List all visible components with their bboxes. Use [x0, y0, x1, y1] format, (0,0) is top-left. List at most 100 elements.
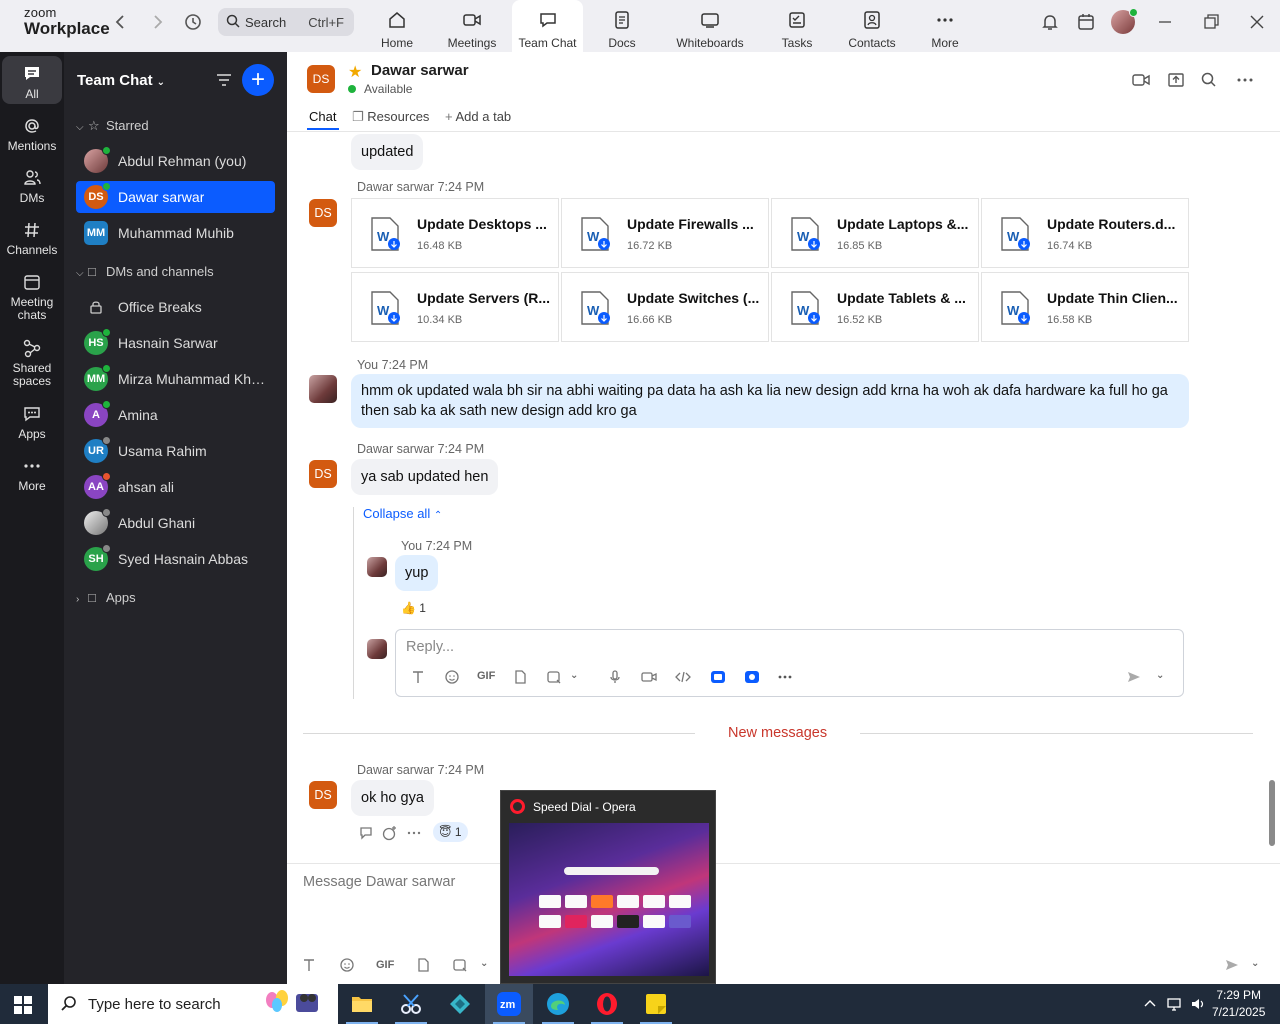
sidebar-item-mirza-muhammad[interactable]: MM Mirza Muhammad Khurram [76, 363, 275, 395]
reaction[interactable]: 👍 1 [401, 601, 426, 615]
rail-all[interactable]: All [2, 56, 62, 104]
sidebar-item-syed-hasnain[interactable]: SH Syed Hasnain Abbas [76, 543, 275, 575]
file-attachment[interactable]: W Update Thin Clien... 16.58 KB [981, 272, 1189, 342]
chevron-down-icon[interactable]: ⌄ [1156, 670, 1164, 681]
contact-name[interactable]: Dawar sarwar [371, 62, 469, 79]
text-format-icon[interactable] [301, 957, 317, 973]
network-icon[interactable] [1166, 996, 1182, 1012]
sidebar-item-office-breaks[interactable]: Office Breaks [76, 291, 275, 323]
text-format-icon[interactable] [410, 669, 426, 685]
taskbar-search[interactable]: Type here to search [48, 984, 338, 1024]
sidebar-item-abdul-ghani[interactable]: Abdul Ghani [76, 507, 275, 539]
rail-shared-spaces[interactable]: Shared spaces [2, 330, 62, 390]
chevron-down-icon[interactable]: ⌄ [480, 958, 488, 969]
star-icon[interactable]: ★ [348, 62, 362, 82]
tab-home[interactable]: Home [374, 0, 420, 52]
bell-icon[interactable] [1040, 12, 1060, 32]
file-attachment[interactable]: W Update Routers.d... 16.74 KB [981, 198, 1189, 268]
sidebar-item-muhammad-muhib[interactable]: MM Muhammad Muhib [76, 217, 275, 249]
more-options-icon[interactable] [1235, 70, 1255, 90]
sender-avatar[interactable]: DS [309, 781, 337, 809]
sender-avatar[interactable]: DS [309, 199, 337, 227]
tab-tasks[interactable]: Tasks [778, 0, 816, 52]
tab-chat[interactable]: Chat [309, 109, 336, 124]
taskbar-preview[interactable]: Speed Dial - Opera [500, 790, 716, 984]
send-icon[interactable] [1126, 669, 1142, 685]
video-call-icon[interactable] [1131, 70, 1151, 90]
rail-meeting-chats[interactable]: Meeting chats [2, 264, 62, 324]
send-icon[interactable] [1224, 957, 1240, 973]
search-icon[interactable] [1199, 70, 1219, 90]
taskbar-snipping-tool[interactable] [387, 984, 435, 1024]
collapse-all-link[interactable]: Collapse all ⌃ [363, 506, 442, 521]
tab-docs[interactable]: Docs [602, 0, 642, 52]
taskbar-opera[interactable] [583, 984, 631, 1024]
sidebar-item-dawar-sarwar[interactable]: DS Dawar sarwar [76, 181, 275, 213]
taskbar-app[interactable] [436, 984, 484, 1024]
gif-button[interactable]: GIF [376, 959, 394, 971]
taskbar-sticky-notes[interactable] [632, 984, 680, 1024]
windows-start-icon[interactable] [13, 995, 33, 1015]
code-icon[interactable] [675, 669, 691, 685]
message-input[interactable]: Message Dawar sarwar [303, 874, 455, 890]
app-icon[interactable] [744, 669, 760, 685]
sidebar-item-usama-rahim[interactable]: UR Usama Rahim [76, 435, 275, 467]
my-avatar[interactable] [309, 375, 337, 403]
minimize-icon[interactable] [1155, 12, 1175, 32]
tab-team-chat[interactable]: Team Chat [512, 0, 583, 52]
screenshot-icon[interactable] [452, 957, 468, 973]
add-reaction-icon[interactable] [382, 825, 398, 841]
more-options-icon[interactable] [777, 669, 793, 685]
sender-avatar[interactable]: DS [309, 460, 337, 488]
filter-icon[interactable] [214, 70, 234, 90]
scrollbar[interactable] [1269, 780, 1275, 846]
emoji-icon[interactable] [339, 957, 355, 973]
sidebar-title[interactable]: Team Chat ⌄ [77, 72, 165, 89]
share-screen-icon[interactable] [1166, 70, 1186, 90]
my-avatar[interactable] [367, 557, 387, 577]
taskbar-clock[interactable]: 7:29 PM 7/21/2025 [1212, 987, 1265, 1021]
rail-more[interactable]: More [2, 448, 62, 496]
file-attachment[interactable]: W Update Switches (... 16.66 KB [561, 272, 769, 342]
reply-input[interactable]: Reply... GIF ⌄ ⌄ [395, 629, 1184, 697]
screenshot-icon[interactable] [546, 669, 562, 685]
chevron-down-icon[interactable]: ⌄ [1251, 958, 1259, 969]
rail-mentions[interactable]: Mentions [2, 108, 62, 156]
section-dms-channels[interactable]: ⌵ □ DMs and channels [76, 264, 214, 279]
file-icon[interactable] [415, 957, 431, 973]
contact-avatar[interactable]: DS [307, 65, 335, 93]
section-starred[interactable]: ⌵ ☆ Starred [76, 118, 149, 134]
close-icon[interactable] [1247, 12, 1267, 32]
tab-meetings[interactable]: Meetings [442, 0, 502, 52]
sidebar-item-amina[interactable]: A Amina [76, 399, 275, 431]
microphone-icon[interactable] [607, 669, 623, 685]
file-attachment[interactable]: W Update Tablets & ... 16.52 KB [771, 272, 979, 342]
rail-apps[interactable]: Apps [2, 396, 62, 444]
emoji-icon[interactable] [444, 669, 460, 685]
sidebar-item-hasnain-sarwar[interactable]: HS Hasnain Sarwar [76, 327, 275, 359]
more-options-icon[interactable] [406, 825, 422, 841]
file-icon[interactable] [512, 669, 528, 685]
tab-contacts[interactable]: Contacts [846, 0, 898, 52]
back-arrow-icon[interactable] [110, 11, 132, 33]
new-chat-button[interactable]: + [242, 64, 274, 96]
calendar-icon[interactable] [1076, 12, 1096, 32]
tab-resources[interactable]: ❐ Resources [352, 109, 429, 125]
chevron-down-icon[interactable]: ⌄ [570, 670, 578, 681]
file-attachment[interactable]: W Update Firewalls ... 16.72 KB [561, 198, 769, 268]
sidebar-item-ahsan-ali[interactable]: AA ahsan ali [76, 471, 275, 503]
video-message-icon[interactable] [641, 669, 657, 685]
taskbar-file-explorer[interactable] [338, 984, 386, 1024]
gif-button[interactable]: GIF [477, 670, 495, 682]
reply-icon[interactable] [358, 825, 374, 841]
file-attachment[interactable]: W Update Servers (R... 10.34 KB [351, 272, 559, 342]
speaker-icon[interactable] [1190, 996, 1206, 1012]
profile-avatar[interactable] [1111, 8, 1138, 34]
forward-arrow-icon[interactable] [146, 11, 168, 33]
rail-dms[interactable]: DMs [2, 160, 62, 208]
file-attachment[interactable]: W Update Desktops ... 16.48 KB [351, 198, 559, 268]
app-icon[interactable] [710, 669, 726, 685]
section-apps[interactable]: › □ Apps [76, 590, 136, 605]
restore-icon[interactable] [1201, 12, 1221, 32]
rail-channels[interactable]: Channels [2, 212, 62, 260]
